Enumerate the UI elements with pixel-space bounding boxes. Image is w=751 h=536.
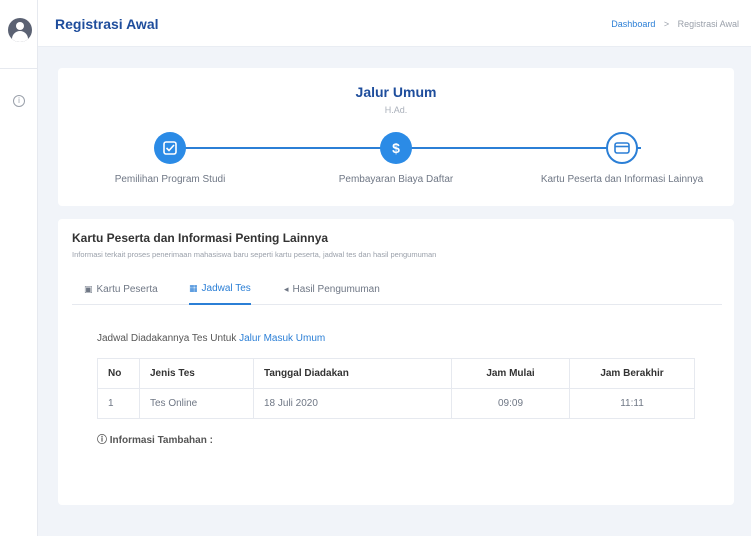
cell-start: 09:09 [451, 388, 570, 419]
breadcrumb: Dashboard > Registrasi Awal [611, 19, 739, 29]
check-square-icon [163, 141, 177, 155]
megaphone-icon: ◂ [284, 283, 289, 294]
id-card-icon: ▣ [84, 283, 93, 294]
tab-kartu-peserta[interactable]: ▣ Kartu Peserta [84, 279, 158, 305]
step-3-label: Kartu Peserta dan Informasi Lainnya [540, 174, 704, 185]
step-1-circle[interactable] [154, 132, 186, 164]
sidebar: i [0, 0, 38, 536]
col-header-end: Jam Berakhir [569, 358, 695, 389]
col-header-date: Tanggal Diadakan [253, 358, 452, 389]
calendar-icon: ▦ [189, 282, 198, 293]
step-2-label: Pembayaran Biaya Daftar [338, 174, 454, 185]
dollar-icon: $ [392, 140, 400, 156]
card-icon [614, 142, 630, 154]
tab-label: Hasil Pengumuman [292, 283, 380, 295]
info-card-description: Informasi terkait proses penerimaan maha… [72, 250, 437, 259]
top-bar: Registrasi Awal Dashboard > Registrasi A… [38, 0, 751, 47]
participant-info-card: Kartu Peserta dan Informasi Penting Lain… [58, 219, 734, 505]
step-3-circle[interactable] [606, 132, 638, 164]
breadcrumb-separator: > [663, 19, 670, 29]
cell-test-type: Tes Online [139, 388, 254, 419]
col-header-no: No [97, 358, 140, 389]
test-schedule-table: No Jenis Tes Tanggal Diadakan Jam Mulai … [97, 358, 695, 419]
step-2-circle[interactable]: $ [380, 132, 412, 164]
cell-end: 11:11 [569, 388, 695, 419]
steps-title: Jalur Umum [355, 84, 437, 100]
schedule-heading: Jadwal Diadakannya Tes Untuk Jalur Masuk… [97, 333, 325, 344]
col-header-test-type: Jenis Tes [139, 358, 254, 389]
breadcrumb-dashboard-link[interactable]: Dashboard [611, 19, 655, 29]
cell-no: 1 [97, 388, 140, 419]
registration-steps-card: Jalur Umum H.Ad. $ Pemilihan Program Stu… [58, 68, 734, 206]
sidebar-divider [0, 68, 38, 69]
table-header-row: No Jenis Tes Tanggal Diadakan Jam Mulai … [97, 358, 695, 389]
schedule-prefix: Jadwal Diadakannya Tes Untuk [97, 333, 237, 344]
tab-jadwal-tes[interactable]: ▦ Jadwal Tes [189, 279, 251, 305]
step-1-label: Pemilihan Program Studi [114, 174, 226, 185]
cell-date: 18 Juli 2020 [253, 388, 452, 419]
table-row: 1 Tes Online 18 Juli 2020 09:09 11:11 [97, 388, 695, 419]
breadcrumb-current: Registrasi Awal [677, 19, 739, 29]
info-card-title: Kartu Peserta dan Informasi Penting Lain… [72, 231, 329, 245]
page-title: Registrasi Awal [55, 16, 159, 32]
schedule-route-link[interactable]: Jalur Masuk Umum [239, 333, 325, 344]
info-circle-icon[interactable]: i [13, 95, 25, 107]
step-connector-line [185, 147, 641, 149]
tab-hasil-pengumuman[interactable]: ◂ Hasil Pengumuman [284, 279, 380, 305]
tab-label: Jadwal Tes [201, 282, 251, 294]
user-avatar[interactable] [8, 18, 32, 42]
info-tabs: ▣ Kartu Peserta ▦ Jadwal Tes ◂ Hasil Pen… [72, 275, 722, 305]
svg-text:$: $ [392, 140, 400, 156]
additional-info-label: ⓘ Informasi Tambahan : [97, 435, 213, 446]
col-header-start: Jam Mulai [451, 358, 570, 389]
tab-label: Kartu Peserta [96, 283, 158, 295]
steps-subtitle: H.Ad. [384, 105, 408, 115]
